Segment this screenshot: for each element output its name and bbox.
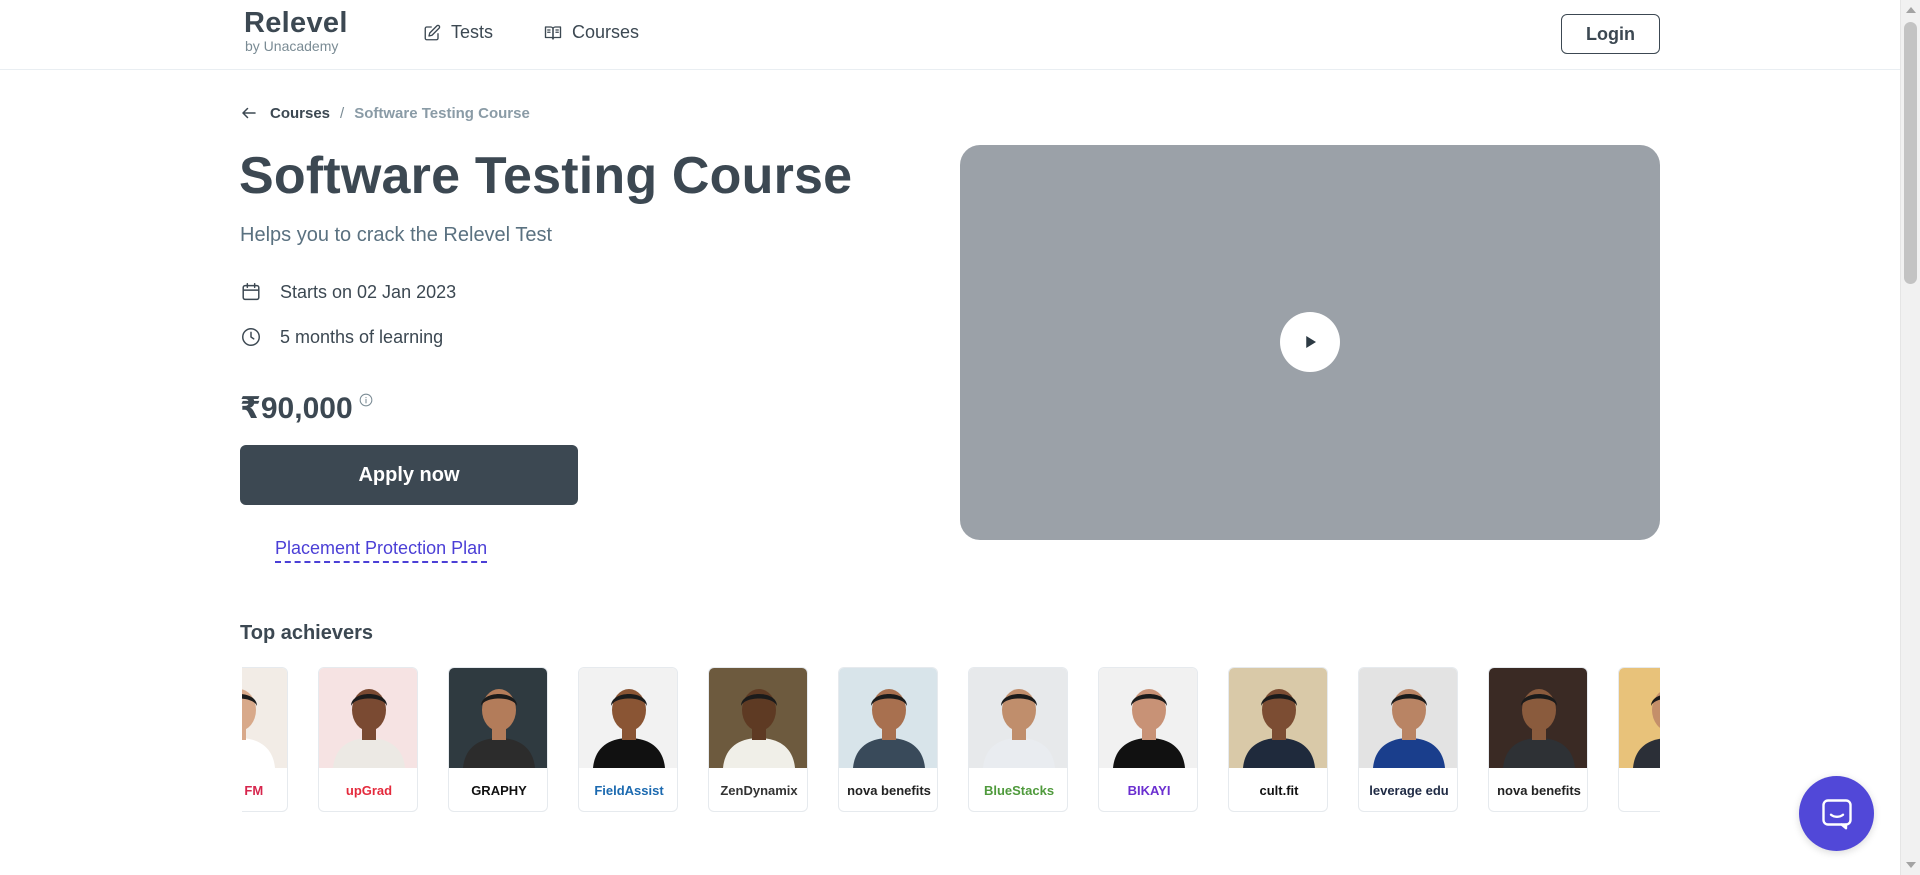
achiever-card[interactable]: GRAPHY: [448, 667, 548, 812]
achiever-photo: [1229, 668, 1327, 768]
achiever-company-logo: upGrad: [345, 783, 393, 798]
person-portrait-icon: [579, 668, 677, 768]
person-portrait-icon: [969, 668, 1067, 768]
achievers-carousel[interactable]: cket FM upGrad GRAPHY FieldAssist ZenDynamix…: [242, 667, 1660, 813]
login-button[interactable]: Login: [1561, 14, 1660, 54]
achiever-company-logo: BlueStacks: [983, 783, 1055, 798]
achiever-company-logo: nova benefits: [847, 783, 931, 798]
course-start-date: Starts on 02 Jan 2023: [240, 281, 456, 303]
person-portrait-icon: [1489, 668, 1587, 768]
achiever-company-logo: ZenDynamix: [720, 783, 798, 798]
person-portrait-icon: [319, 668, 417, 768]
page-scrollbar[interactable]: [1900, 0, 1920, 875]
achiever-company-logo: cult.fit: [1259, 783, 1299, 798]
scroll-up-arrow-icon[interactable]: [1906, 7, 1916, 13]
start-date-text: Starts on 02 Jan 2023: [280, 281, 457, 302]
person-portrait-icon: [449, 668, 547, 768]
achiever-photo: [242, 668, 287, 768]
logo-title: Relevel: [244, 7, 348, 39]
person-portrait-icon: [1229, 668, 1327, 768]
scroll-down-arrow-icon[interactable]: [1906, 862, 1916, 868]
person-portrait-icon: [839, 668, 937, 768]
achiever-photo: [969, 668, 1067, 768]
logo-subtitle: by Unacademy: [245, 38, 339, 54]
nav-tests[interactable]: Tests: [423, 22, 493, 43]
course-price: ₹90,000: [240, 391, 373, 426]
achiever-photo: [1489, 668, 1587, 768]
top-achievers-heading: Top achievers: [240, 622, 374, 644]
info-icon[interactable]: [359, 393, 373, 407]
nav-courses-label: Courses: [572, 22, 640, 42]
achiever-photo: [1099, 668, 1197, 768]
achiever-card[interactable]: upGrad: [318, 667, 418, 812]
price-value: ₹90,000: [240, 392, 353, 425]
book-icon: [544, 25, 562, 40]
achiever-card[interactable]: cket FM: [242, 667, 288, 812]
back-arrow-icon[interactable]: [240, 104, 258, 122]
breadcrumb-courses-link[interactable]: Courses: [270, 105, 330, 122]
breadcrumb-separator: /: [340, 104, 345, 122]
achiever-photo: [319, 668, 417, 768]
apply-now-button[interactable]: Apply now: [240, 445, 578, 505]
page-title: Software Testing Course: [239, 147, 853, 205]
breadcrumb-current: Software Testing Course: [354, 104, 530, 122]
scroll-thumb[interactable]: [1904, 22, 1917, 284]
achiever-company-logo: nova benefits: [1497, 783, 1581, 798]
nav-courses[interactable]: Courses: [544, 22, 639, 43]
achiever-company-logo: GRAPHY: [471, 783, 527, 798]
calendar-icon: [242, 283, 260, 301]
course-video-player[interactable]: [960, 145, 1660, 540]
duration-text: 5 months of learning: [280, 326, 444, 347]
relevel-logo[interactable]: Relevel by Unacademy: [244, 8, 348, 54]
edit-note-icon: [424, 24, 441, 40]
breadcrumb: Courses / Software Testing Course: [240, 104, 530, 122]
achiever-company-logo: BIKAYI: [1127, 783, 1171, 798]
achiever-photo: [579, 668, 677, 768]
achiever-company-logo: cket FM: [242, 783, 264, 798]
site-header: Relevel by Unacademy Tests Courses Login: [0, 0, 1900, 70]
achiever-card[interactable]: nova benefits: [838, 667, 938, 812]
achiever-company-logo: FieldAssist: [594, 783, 664, 798]
course-subtitle: Helps you to crack the Relevel Test: [240, 224, 553, 246]
achiever-card[interactable]: nova benefits: [1488, 667, 1588, 812]
placement-protection-plan-link[interactable]: Placement Protection Plan: [275, 538, 488, 563]
person-portrait-icon: [1359, 668, 1457, 768]
person-portrait-icon: [1619, 668, 1660, 768]
achiever-card[interactable]: ZenDynamix: [708, 667, 808, 812]
achiever-photo: [449, 668, 547, 768]
achiever-card[interactable]: BlueStacks: [968, 667, 1068, 812]
achiever-company-logo: [1619, 768, 1660, 811]
person-portrait-icon: [242, 668, 287, 768]
achiever-card[interactable]: FieldAssist: [578, 667, 678, 812]
achiever-company-logo: leverage edu: [1369, 783, 1449, 798]
nav-tests-label: Tests: [451, 22, 494, 42]
achiever-card[interactable]: BIKAYI: [1098, 667, 1198, 812]
play-icon: [1306, 336, 1316, 348]
achiever-photo: [839, 668, 937, 768]
achiever-card[interactable]: cult.fit: [1228, 667, 1328, 812]
achiever-card[interactable]: leverage edu: [1358, 667, 1458, 812]
achiever-photo: [709, 668, 807, 768]
play-button[interactable]: [1280, 312, 1340, 372]
achiever-photo: [1619, 668, 1660, 768]
achiever-card[interactable]: [1618, 667, 1660, 812]
chat-widget-button[interactable]: [1799, 776, 1874, 851]
course-duration: 5 months of learning: [240, 326, 443, 348]
achiever-photo: [1359, 668, 1457, 768]
person-portrait-icon: [1099, 668, 1197, 768]
clock-icon: [242, 328, 260, 346]
chat-icon: [1821, 798, 1852, 829]
person-portrait-icon: [709, 668, 807, 768]
